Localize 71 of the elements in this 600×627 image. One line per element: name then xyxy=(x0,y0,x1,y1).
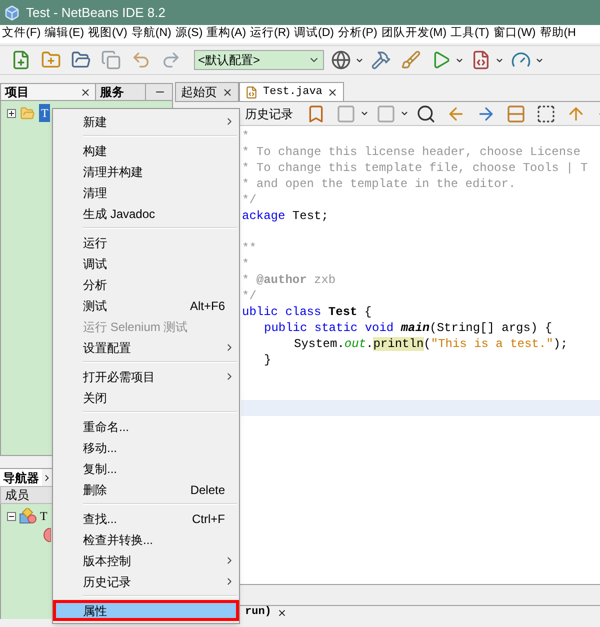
folder-icon xyxy=(20,106,35,120)
code-line: System.out.println("This is a test."); xyxy=(294,337,568,351)
menu-item[interactable]: 调试 xyxy=(53,253,239,274)
menu-item[interactable]: 版本控制 xyxy=(53,550,239,571)
java-file-icon xyxy=(245,86,258,98)
navigator-tab[interactable]: 导航器 xyxy=(0,468,42,486)
window-title: Test - NetBeans IDE 8.2 xyxy=(26,4,166,22)
menu-bar-item[interactable]: 帮助(H xyxy=(540,25,576,43)
code-line: ** xyxy=(242,241,256,255)
close-icon[interactable] xyxy=(277,608,288,618)
menu-item[interactable]: 打开必需项目 xyxy=(53,366,239,387)
menu-item[interactable]: 运行 xyxy=(53,232,239,253)
editor-tab[interactable]: Test.java xyxy=(239,82,344,101)
menu-item[interactable]: 测试 Alt+F6 xyxy=(53,295,239,316)
tree-item[interactable]: T xyxy=(39,104,50,122)
menu-bar-item[interactable]: 文件(F) xyxy=(2,25,41,43)
cube-icon xyxy=(4,4,20,20)
configuration-dropdown[interactable]: <默认配置> xyxy=(194,50,324,70)
menu-item[interactable]: 构建 xyxy=(53,140,239,161)
expander-icon[interactable] xyxy=(7,108,16,118)
menu-bar-item[interactable]: 调试(D) xyxy=(294,25,334,43)
menu-item[interactable]: 生成 Javadoc xyxy=(53,203,239,224)
expander-icon[interactable] xyxy=(7,512,16,520)
menu-bar-item[interactable]: 分析(P) xyxy=(338,25,378,43)
code-line: * xyxy=(242,129,250,143)
code-line: * @author zxb xyxy=(242,273,336,287)
panel-tab[interactable]: 项目 xyxy=(1,84,96,100)
caret-icon[interactable] xyxy=(360,109,369,118)
code-line: ublic class Test { xyxy=(242,305,372,319)
menu-item[interactable]: 关闭 xyxy=(53,387,239,408)
menu-item[interactable]: 查找... Ctrl+F xyxy=(53,508,239,529)
editor-tab[interactable]: 起始页 xyxy=(175,82,239,101)
output-tab[interactable]: run) xyxy=(245,604,288,621)
code-line: * To change this template file, choose Tools | T xyxy=(242,161,588,175)
menu-item[interactable]: 设置配置 xyxy=(53,337,239,358)
menu-item[interactable]: 新建 xyxy=(53,111,239,132)
close-icon[interactable] xyxy=(327,86,338,98)
code-line: * xyxy=(242,257,250,271)
menu-bar-item[interactable]: 团队开发(M) xyxy=(381,25,447,43)
history-button[interactable]: 历史记录 xyxy=(245,104,299,122)
close-icon[interactable] xyxy=(80,86,91,98)
menu-item[interactable]: 属性 xyxy=(53,600,239,621)
code-line: } xyxy=(264,353,272,367)
code-line: */ xyxy=(242,289,256,303)
code-line: ackage Test; xyxy=(242,209,328,223)
menu-item[interactable]: 检查并转换... xyxy=(53,529,239,550)
menu-item[interactable]: 清理并构建 xyxy=(53,161,239,182)
menu-bar-item[interactable]: 编辑(E) xyxy=(44,25,84,43)
menu-bar-item[interactable]: 工具(T) xyxy=(450,25,490,43)
code-line: * and open the template in the editor. xyxy=(242,177,516,191)
panel-tab[interactable]: 服务 xyxy=(96,84,146,100)
close-icon[interactable] xyxy=(222,86,233,98)
menu-bar-item[interactable]: 导航(N) xyxy=(131,25,172,43)
menu-bar-item[interactable]: 窗口(W) xyxy=(493,25,536,43)
menu-bar-item[interactable]: 视图(V) xyxy=(88,25,128,43)
menu-item[interactable]: 移动... xyxy=(53,437,239,458)
code-line: */ xyxy=(242,193,256,207)
menu-item[interactable]: 清理 xyxy=(53,182,239,203)
method-icon xyxy=(41,528,51,542)
code-line: * To change this license header, choose License xyxy=(242,145,580,159)
caret-icon[interactable] xyxy=(400,109,409,118)
menu-bar-item[interactable]: 运行(R) xyxy=(250,25,290,43)
menu-item[interactable]: 重命名... xyxy=(53,416,239,437)
menu-item[interactable]: 历史记录 xyxy=(53,571,239,592)
tree-item[interactable]: T xyxy=(40,507,48,525)
menu-item[interactable]: 分析 xyxy=(53,274,239,295)
menu-bar-item[interactable]: 源(S) xyxy=(175,25,203,43)
class-icon xyxy=(19,508,37,524)
menu-item[interactable]: 复制... xyxy=(53,458,239,479)
menu-bar-item[interactable]: 重构(A) xyxy=(206,25,246,43)
code-line: public static void main(String[] args) { xyxy=(264,321,552,335)
